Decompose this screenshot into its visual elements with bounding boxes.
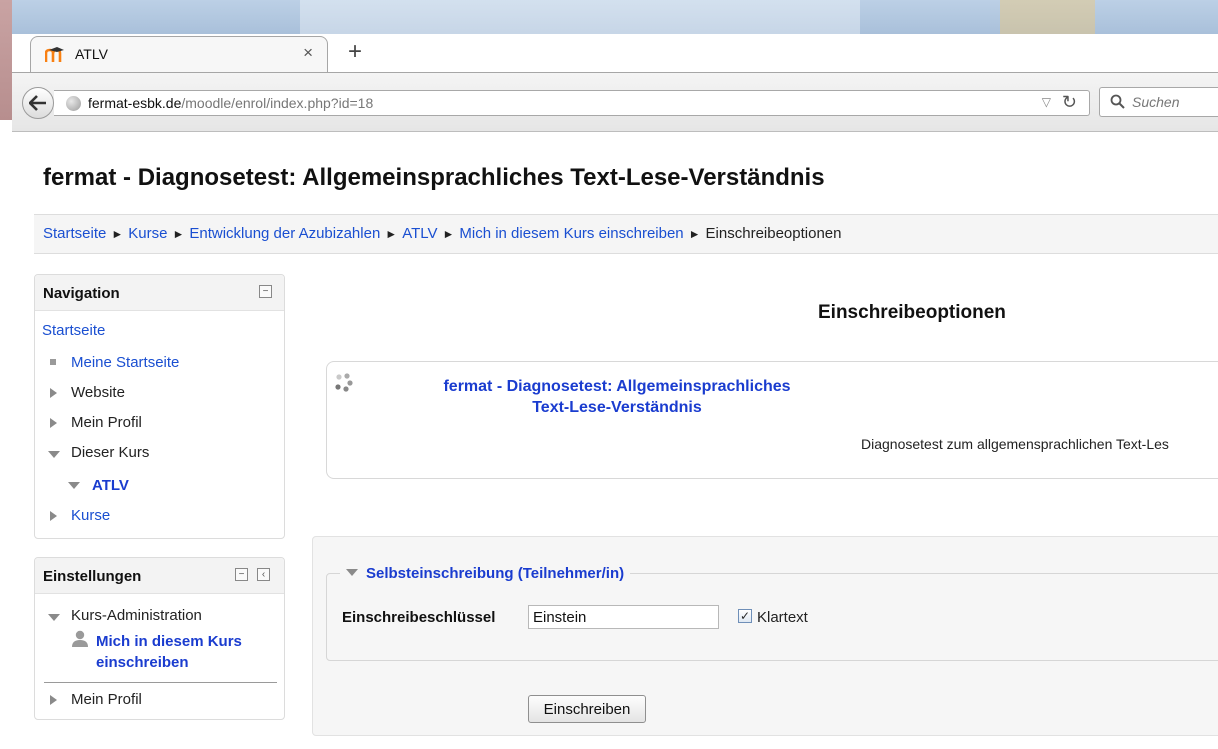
course-name-link[interactable]: fermat - Diagnosetest: Allgemeinsprachli… [377, 376, 857, 418]
back-arrow-icon [29, 95, 46, 111]
divider [44, 682, 277, 683]
breadcrumb-current: Einschreibeoptionen [705, 225, 842, 242]
history-dropdown-icon[interactable]: ▽ [1042, 95, 1051, 109]
browser-tab-atlv[interactable]: ATLV × [30, 36, 328, 72]
settings-enrol-me-link-line2[interactable]: einschreiben [96, 654, 189, 671]
breadcrumb-courses[interactable]: Kurse [128, 225, 167, 242]
window-edge [0, 0, 12, 120]
course-name-line1: fermat - Diagnosetest: Allgemeinsprachli… [443, 378, 791, 395]
nav-website[interactable]: Website [71, 384, 125, 401]
collapse-icon[interactable]: − [235, 568, 248, 581]
url-path: /moodle/enrol/index.php?id=18 [181, 95, 374, 111]
expand-arrow-icon[interactable] [50, 511, 57, 521]
breadcrumb-enrol[interactable]: Mich in diesem Kurs einschreiben [459, 225, 683, 242]
moodle-favicon-icon [45, 47, 64, 62]
self-enrolment-legend-text: Selbsteinschreibung (Teilnehmer/in) [366, 565, 625, 582]
background-window-button [1000, 0, 1095, 34]
settings-block-header: Einstellungen − ‹ [35, 558, 284, 594]
url-host: fermat-esbk.de [88, 95, 182, 111]
settings-course-admin[interactable]: Kurs-Administration [71, 607, 202, 624]
navigation-block-title: Navigation [43, 285, 120, 302]
breadcrumb-separator: ► [385, 227, 398, 241]
enrolment-key-label: Einschreibeschlüssel [342, 609, 496, 626]
search-box[interactable]: Suchen [1099, 87, 1218, 117]
course-info-box: fermat - Diagnosetest: Allgemeinsprachli… [326, 361, 1218, 479]
nav-startseite[interactable]: Startseite [42, 322, 105, 339]
enrol-options-title: Einschreibeoptionen [818, 302, 1006, 323]
expand-arrow-icon[interactable] [50, 418, 57, 428]
address-bar[interactable]: fermat-esbk.de/moodle/enrol/index.php?id… [54, 90, 1090, 116]
expand-arrow-icon[interactable] [50, 388, 57, 398]
nav-kurse[interactable]: Kurse [71, 507, 110, 524]
bullet-icon [50, 359, 56, 365]
search-icon [1110, 94, 1125, 109]
background-window-title [300, 0, 860, 34]
course-summary: Diagnosetest zum allgemensprachlichen Te… [861, 436, 1169, 452]
nav-mein-profil[interactable]: Mein Profil [71, 414, 142, 431]
window-titlebar [0, 0, 1218, 34]
dock-icon[interactable]: ‹ [257, 568, 270, 581]
enrolment-key-input[interactable] [528, 605, 719, 629]
course-guest-icon [335, 373, 353, 392]
back-button[interactable] [22, 87, 54, 119]
collapse-icon[interactable]: − [259, 285, 272, 298]
collapse-arrow-icon[interactable] [68, 482, 80, 489]
breadcrumb-category[interactable]: Entwicklung der Azubizahlen [189, 225, 380, 242]
collapse-arrow-icon[interactable] [48, 614, 60, 621]
nav-meine-startseite[interactable]: Meine Startseite [71, 354, 179, 371]
self-enrolment-legend[interactable]: Selbsteinschreibung (Teilnehmer/in) [340, 565, 631, 582]
collapse-arrow-icon[interactable] [48, 451, 60, 458]
expand-arrow-icon[interactable] [50, 695, 57, 705]
navigation-block-header: Navigation − [35, 275, 284, 311]
unmask-label[interactable]: Klartext [757, 609, 808, 626]
user-icon [72, 630, 88, 647]
url-text: fermat-esbk.de/moodle/enrol/index.php?id… [88, 95, 373, 111]
page-title: fermat - Diagnosetest: Allgemeinsprachli… [43, 164, 825, 191]
breadcrumb-separator: ► [111, 227, 124, 241]
tab-close-icon[interactable]: × [303, 43, 313, 63]
course-name-line2: Text-Lese-Verständnis [532, 399, 702, 416]
nav-dieser-kurs[interactable]: Dieser Kurs [71, 444, 149, 461]
navigation-block: Navigation − [34, 274, 285, 539]
enrol-button[interactable]: Einschreiben [528, 695, 646, 723]
breadcrumb-separator: ► [442, 227, 455, 241]
settings-block-title: Einstellungen [43, 568, 142, 585]
tab-title: ATLV [75, 46, 108, 62]
settings-my-profile[interactable]: Mein Profil [71, 691, 142, 708]
settings-enrol-me-link[interactable]: Mich in diesem Kurs [96, 633, 242, 650]
collapse-arrow-icon [346, 568, 358, 576]
search-placeholder: Suchen [1132, 94, 1180, 110]
globe-icon [66, 96, 81, 111]
new-tab-button[interactable]: + [342, 38, 368, 66]
breadcrumb-separator: ► [688, 227, 701, 241]
breadcrumb-course[interactable]: ATLV [402, 225, 437, 242]
unmask-checkbox[interactable]: ✓ [738, 609, 752, 623]
breadcrumb-home[interactable]: Startseite [43, 225, 106, 242]
breadcrumb-separator: ► [172, 227, 185, 241]
breadcrumb: Startseite ► Kurse ► Entwicklung der Azubiza… [34, 214, 1218, 254]
reload-icon[interactable]: ↻ [1062, 92, 1077, 113]
nav-atlv[interactable]: ATLV [92, 477, 129, 494]
